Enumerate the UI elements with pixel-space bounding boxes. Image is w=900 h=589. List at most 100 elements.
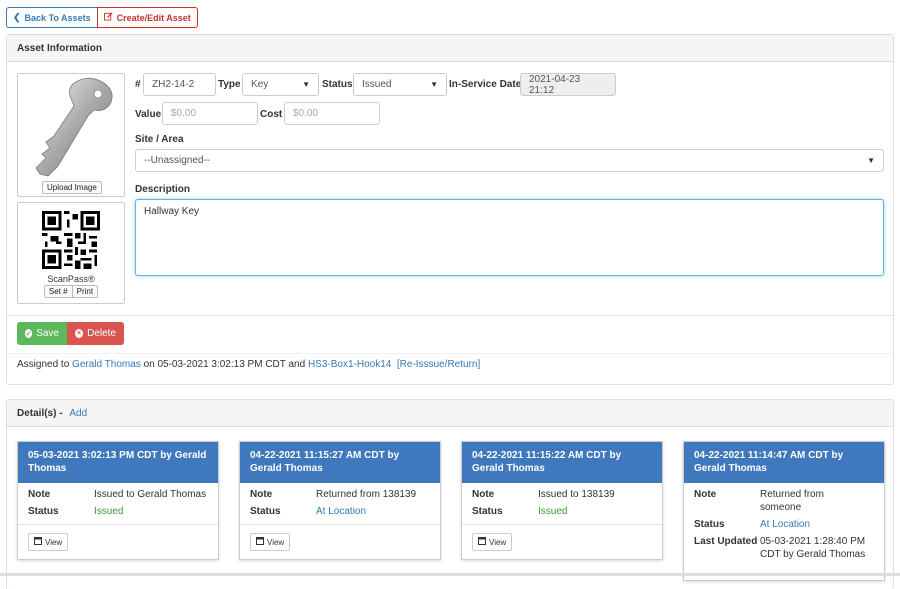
detail-card-header: 04-22-2021 11:15:27 AM CDT by Gerald Tho… (240, 442, 440, 483)
detail-card-header: 04-22-2021 11:14:47 AM CDT by Gerald Tho… (684, 442, 884, 483)
cost-input[interactable]: $0.00 (284, 102, 380, 125)
back-to-assets-button[interactable]: ❮ Back To Assets (6, 7, 98, 28)
last-updated-label: Last Updated (694, 536, 758, 547)
scanpass-actions: Set # Print (18, 285, 124, 298)
assignment-line: Assigned to Gerald Thomas on 05-03-2021 … (17, 359, 480, 370)
details-separator: - (59, 407, 63, 419)
in-service-date-input[interactable]: 2021-04-23 21:12 (520, 73, 616, 96)
status-label: Status (250, 506, 281, 517)
description-textarea[interactable]: Hallway Key (135, 199, 884, 276)
status-label: Status (28, 506, 59, 517)
chevron-down-icon: ▼ (302, 80, 310, 89)
assigned-location-link[interactable]: HS3-Box1-Hook14 (308, 359, 391, 370)
details-title: Detail(s) (17, 407, 57, 419)
key-image (35, 77, 113, 177)
detail-card-body: Note Returned from someone Status At Locat… (684, 483, 884, 561)
value-label: Value (135, 109, 162, 120)
number-label: # (135, 79, 141, 90)
note-value: Issued to Gerald Thomas (94, 489, 207, 500)
delete-button[interactable]: × Delete (67, 322, 124, 345)
cost-label: Cost (260, 109, 283, 120)
view-button[interactable]: View (250, 533, 291, 551)
status-select-value: Issued (362, 79, 392, 90)
qr-code-image (42, 211, 100, 269)
note-label: Note (250, 489, 273, 500)
status-value: Issued (94, 506, 124, 517)
divider (7, 315, 893, 316)
times-circle-icon: × (75, 329, 84, 338)
create-edit-asset-button[interactable]: Create/Edit Asset (96, 7, 198, 28)
assigned-prefix: Assigned to (17, 359, 70, 370)
note-label: Note (28, 489, 51, 500)
save-label: Save (36, 328, 59, 339)
note-value: Issued to 138139 (538, 489, 615, 500)
site-area-select[interactable]: --Unassigned-- ▼ (135, 149, 884, 172)
view-label: View (267, 537, 285, 547)
detail-card-footer: View (18, 524, 218, 559)
detail-card-body: Note Returned from 138139 Status At Locati… (240, 483, 440, 518)
divider (7, 353, 893, 354)
reissue-return-link[interactable]: [Re-Isssue/Return] (397, 359, 480, 370)
add-detail-link[interactable]: Add (69, 408, 87, 419)
note-label: Note (472, 489, 495, 500)
assigned-date-text: on 05-03-2021 3:02:13 PM CDT and (143, 359, 306, 370)
note-value: Returned from 138139 (316, 489, 417, 500)
type-select[interactable]: Key ▼ (242, 73, 319, 96)
create-edit-asset-label: Create/Edit Asset (116, 12, 191, 23)
view-icon (34, 537, 42, 547)
type-select-value: Key (251, 79, 269, 90)
asset-information-header: Asset Information (7, 35, 893, 62)
type-label: Type (218, 79, 241, 90)
view-label: View (489, 537, 507, 547)
detail-card-body: Note Issued to 138139 Status Issued (462, 483, 662, 518)
view-button[interactable]: View (472, 533, 513, 551)
print-button[interactable]: Print (71, 285, 99, 298)
back-to-assets-label: Back To Assets (24, 12, 91, 23)
value-input[interactable]: $0.00 (162, 102, 258, 125)
scanpass-box: ScanPass® Set # Print (17, 202, 125, 304)
detail-card-header: 05-03-2021 3:02:13 PM CDT by Gerald Thom… (18, 442, 218, 483)
description-label: Description (135, 184, 191, 195)
asset-number-input[interactable]: ZH2-14-2 (143, 73, 216, 96)
detail-card-header: 04-22-2021 11:15:22 AM CDT by Gerald Tho… (462, 442, 662, 483)
detail-card: 04-22-2021 11:15:27 AM CDT by Gerald Tho… (239, 441, 441, 560)
set-number-button[interactable]: Set # (43, 285, 73, 298)
status-select[interactable]: Issued ▼ (353, 73, 447, 96)
assigned-person-link[interactable]: Gerald Thomas (72, 359, 141, 370)
view-button[interactable]: View (28, 533, 69, 551)
save-button[interactable]: ✓ Save (17, 322, 67, 345)
upload-image-button[interactable]: Upload Image (42, 181, 102, 194)
view-icon (256, 537, 264, 547)
check-circle-icon: ✓ (25, 329, 33, 338)
status-value: At Location (760, 519, 811, 530)
asset-information-panel: Asset Information Upload Image ScanPass®… (6, 34, 894, 385)
status-label: Status (694, 519, 725, 530)
details-header: Detail(s) - Add (7, 400, 893, 427)
chevron-left-icon: ❮ (13, 12, 21, 22)
note-value: Returned from someone (760, 489, 824, 513)
in-service-date-label: In-Service Date (449, 79, 522, 90)
detail-card: 05-03-2021 3:02:13 PM CDT by Gerald Thom… (17, 441, 219, 560)
chevron-down-icon: ▼ (867, 156, 875, 165)
detail-card: 04-22-2021 11:15:22 AM CDT by Gerald Tho… (461, 441, 663, 560)
view-label: View (45, 537, 63, 547)
detail-card-body: Note Issued to Gerald Thomas Status Issued (18, 483, 218, 518)
chevron-down-icon: ▼ (430, 80, 438, 89)
site-area-label: Site / Area (135, 134, 184, 145)
detail-card-footer: View (240, 524, 440, 559)
top-toolbar: ❮ Back To Assets Create/Edit Asset (6, 7, 198, 28)
note-label: Note (694, 489, 717, 500)
asset-information-title: Asset Information (17, 42, 103, 54)
status-label: Status (322, 79, 353, 90)
status-label: Status (472, 506, 503, 517)
status-value: At Location (316, 506, 367, 517)
scanpass-label: ScanPass® (47, 274, 95, 284)
asset-image-box: Upload Image (17, 73, 125, 197)
last-updated-value: 05-03-2021 1:28:40 PM CDT by Gerald Thom… (760, 536, 866, 560)
view-icon (478, 537, 486, 547)
status-value: Issued (538, 506, 568, 517)
site-area-select-value: --Unassigned-- (144, 155, 211, 166)
detail-card-footer: View (462, 524, 662, 559)
delete-label: Delete (87, 328, 116, 339)
edit-icon (103, 12, 113, 23)
